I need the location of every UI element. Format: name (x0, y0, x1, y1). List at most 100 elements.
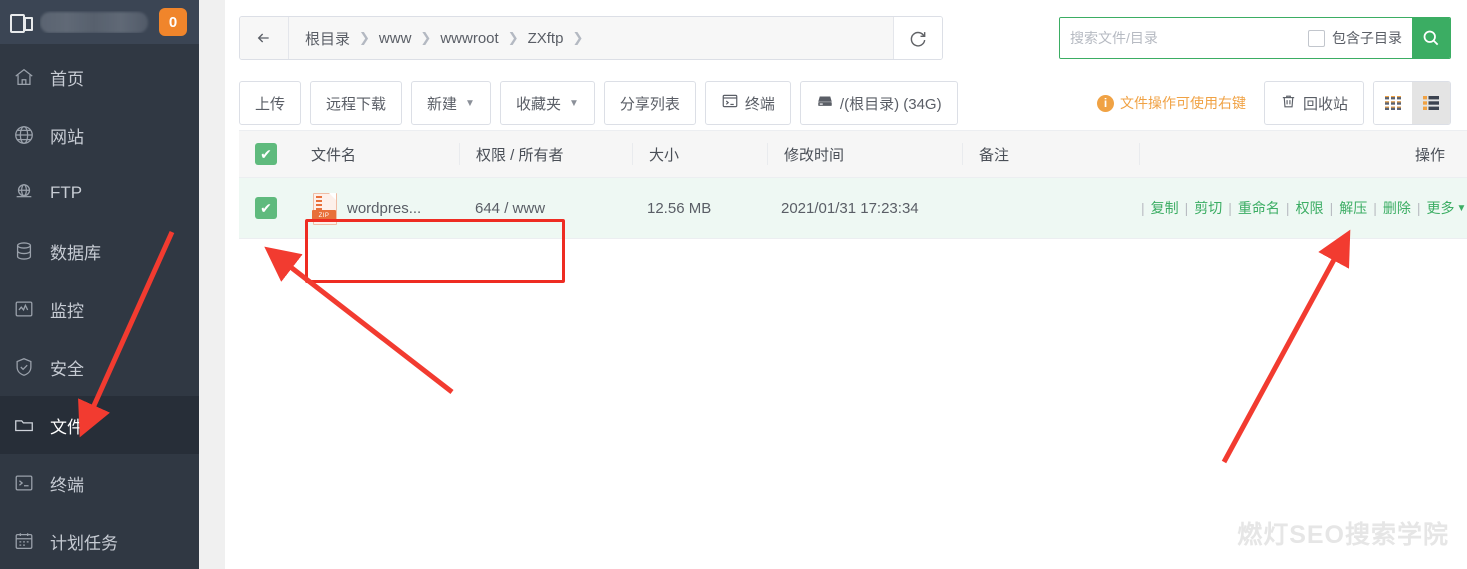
header-note[interactable]: 备注 (962, 143, 1139, 165)
breadcrumb-item-zxftp[interactable]: ZXftp (528, 30, 564, 47)
file-manager-panel: 根目录 ❯ www ❯ wwwroot ❯ ZXftp ❯ 搜索文件/目录 包含… (225, 0, 1467, 569)
search-icon[interactable] (1412, 18, 1450, 58)
cut-link[interactable]: 剪切 (1194, 198, 1222, 218)
row-checkbox[interactable]: ✔ (255, 197, 277, 219)
bt-panel-file-manager: 0 首页 网站 FTP 数据库 监控 安全 文件 终端 计划任务 根目录 ❯ w… (0, 0, 1467, 569)
new-button[interactable]: 新建 ▼ (411, 81, 491, 125)
more-label: 更多 (1426, 200, 1455, 216)
upload-button[interactable]: 上传 (239, 81, 302, 125)
app-logo-icon (10, 12, 33, 33)
header-filename[interactable]: 文件名 (311, 144, 459, 165)
favorites-button[interactable]: 收藏夹 ▼ (499, 81, 595, 125)
view-mode-toggle (1373, 81, 1451, 125)
include-subdir-checkbox[interactable] (1308, 29, 1325, 47)
monitor-icon (10, 295, 38, 323)
sidebar-item-database[interactable]: 数据库 (0, 222, 199, 280)
sidebar-item-label: 首页 (50, 69, 84, 89)
list-view-icon[interactable] (1412, 82, 1450, 124)
rename-link[interactable]: 重命名 (1238, 198, 1280, 218)
header-note-label: 备注 (979, 146, 1010, 164)
file-permission[interactable]: 644 / www (459, 197, 631, 219)
select-all-checkbox[interactable]: ✔ (255, 143, 277, 165)
op-separator: | (1373, 200, 1377, 216)
header-size-label: 大小 (649, 146, 680, 164)
sidebar-item-label: 文件 (50, 417, 84, 437)
refresh-icon[interactable] (893, 17, 942, 59)
header-permission-label: 权限 / 所有者 (476, 146, 564, 164)
file-mtime: 2021/01/31 17:23:34 (781, 199, 919, 217)
disk-icon (816, 92, 834, 114)
op-separator: | (1416, 200, 1421, 216)
terminal-label: 终端 (744, 95, 775, 113)
table-header-row: ✔ 文件名 权限 / 所有者 大小 修改时间 备注 操作 (239, 130, 1467, 178)
terminal-button[interactable]: 终端 (704, 81, 791, 125)
delete-link[interactable]: 删除 (1383, 198, 1411, 218)
header-mtime[interactable]: 修改时间 (767, 143, 962, 165)
header-permission[interactable]: 权限 / 所有者 (459, 143, 632, 165)
op-separator: | (1184, 200, 1189, 216)
upload-label: 上传 (255, 95, 286, 113)
share-list-label: 分享列表 (619, 95, 680, 113)
terminal-icon (721, 92, 739, 114)
more-link[interactable]: 更多 ▼ (1426, 198, 1466, 218)
home-icon (10, 63, 38, 91)
globe-icon (10, 121, 38, 149)
sidebar-item-website[interactable]: 网站 (0, 106, 199, 164)
favorites-label: 收藏夹 (515, 95, 561, 113)
zip-icon-label: ZIP (312, 210, 336, 221)
disk-usage-button[interactable]: /(根目录) (34G) (799, 81, 958, 125)
sidebar-item-ftp[interactable]: FTP (0, 164, 199, 222)
header-operation: 操作 (1139, 143, 1467, 165)
recycle-bin-button[interactable]: 回收站 (1263, 81, 1364, 125)
op-separator: | (1141, 200, 1145, 216)
breadcrumb-item-www[interactable]: www (379, 30, 412, 47)
sidebar-item-monitor[interactable]: 监控 (0, 280, 199, 338)
folder-icon (10, 411, 38, 439)
header-mtime-label: 修改时间 (784, 146, 845, 164)
grid-view-icon[interactable] (1374, 82, 1412, 124)
right-click-tip: i 文件操作可使用右键 (1096, 93, 1246, 113)
search-bar: 包含子目录 (1059, 17, 1451, 59)
sidebar-item-label: 数据库 (50, 243, 101, 263)
breadcrumb-item-root[interactable]: 根目录 (305, 28, 350, 49)
sidebar-item-cron[interactable]: 计划任务 (0, 512, 199, 569)
breadcrumb-separator: ❯ (507, 30, 519, 45)
sidebar-nav: 首页 网站 FTP 数据库 监控 安全 文件 终端 计划任务 (0, 44, 199, 569)
sidebar-item-home[interactable]: 首页 (0, 48, 199, 106)
file-name[interactable]: wordpres... (347, 200, 421, 217)
action-toolbar: 上传 远程下载 新建 ▼ 收藏夹 ▼ 分享列表 终端 /(根目录) (34G) … (225, 76, 1467, 130)
sidebar-item-label: 安全 (50, 359, 84, 379)
include-subdir-label: 包含子目录 (1332, 30, 1402, 46)
search-input[interactable] (1060, 18, 1304, 58)
notification-badge[interactable]: 0 (159, 8, 187, 36)
trash-icon (1280, 93, 1297, 114)
file-note[interactable] (959, 197, 1135, 219)
breadcrumb-item-wwwroot[interactable]: wwwroot (440, 30, 498, 47)
file-name-cell[interactable]: ZIP wordpres... (311, 193, 459, 225)
calendar-icon (10, 527, 38, 555)
permission-link[interactable]: 权限 (1296, 198, 1324, 218)
shield-icon (10, 353, 38, 381)
main-area: 根目录 ❯ www ❯ wwwroot ❯ ZXftp ❯ 搜索文件/目录 包含… (199, 0, 1467, 569)
op-separator: | (1228, 200, 1232, 216)
unzip-link[interactable]: 解压 (1339, 198, 1367, 218)
row-select-cell: ✔ (239, 197, 311, 219)
sidebar-item-terminal[interactable]: 终端 (0, 454, 199, 512)
file-operations: | 复制 | 剪切 | 重命名 | 权限 | 解压 | 删除 | 更多 ▼ (1135, 197, 1467, 219)
remote-download-button[interactable]: 远程下载 (310, 81, 403, 125)
sidebar-item-security[interactable]: 安全 (0, 338, 199, 396)
share-list-button[interactable]: 分享列表 (603, 81, 696, 125)
copy-link[interactable]: 复制 (1151, 198, 1179, 218)
sidebar-item-label: FTP (50, 183, 83, 202)
sidebar-logo-bar: 0 (0, 0, 199, 44)
remote-download-label: 远程下载 (326, 95, 387, 113)
chevron-down-icon: ▼ (568, 97, 579, 109)
table-row[interactable]: ✔ ZIP wordpres... 644 / www 12.56 MB 202 (239, 178, 1467, 239)
sidebar-item-files[interactable]: 文件 (0, 396, 199, 454)
breadcrumb-bar: 根目录 ❯ www ❯ wwwroot ❯ ZXftp ❯ (239, 16, 943, 60)
back-button[interactable] (240, 17, 289, 59)
sidebar-item-label: 计划任务 (50, 533, 118, 553)
include-subdir-toggle[interactable]: 包含子目录 (1304, 18, 1412, 58)
sidebar-item-label: 网站 (50, 127, 84, 147)
header-size[interactable]: 大小 (632, 143, 767, 165)
